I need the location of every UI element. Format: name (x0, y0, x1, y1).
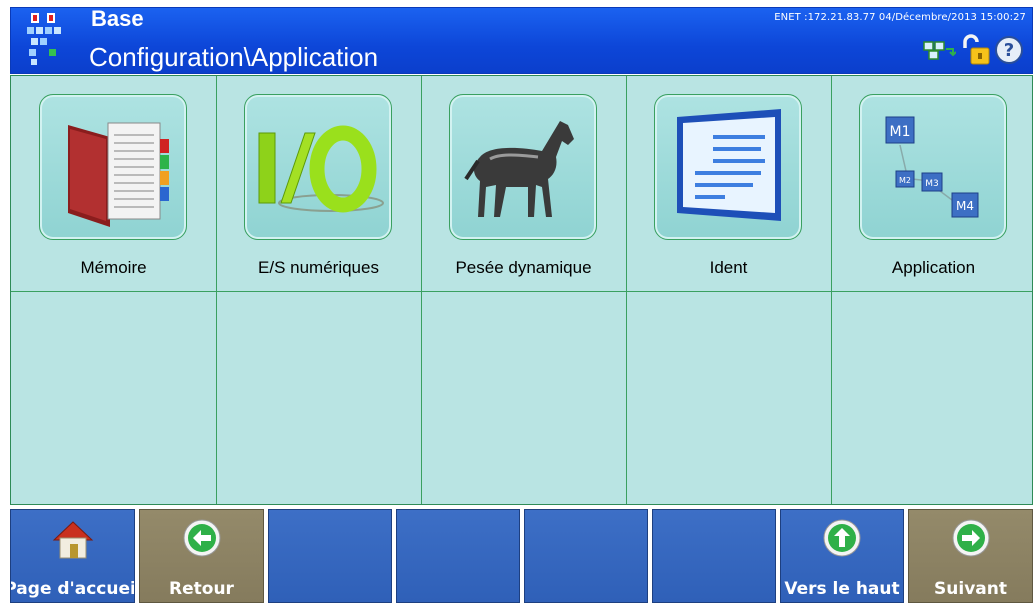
softkey-empty[interactable] (268, 509, 392, 603)
tile-memoire[interactable]: Mémoire (11, 76, 216, 291)
ident-screen-icon (654, 94, 802, 240)
home-icon (50, 518, 96, 567)
application-menu-grid: Mémoire E/S numériques Pesée dynamique I… (10, 75, 1033, 505)
memory-book-icon (39, 94, 187, 240)
terminal-logo-icon (25, 11, 85, 69)
back-button[interactable]: Retour (139, 509, 264, 603)
home-button[interactable]: Page d'accueil (10, 509, 135, 603)
tile-es-numeriques[interactable]: E/S numériques (216, 76, 421, 291)
application-m1-m4-icon: M1 M2 M3 M4 (859, 94, 1007, 240)
page-title: Base (91, 6, 144, 31)
status-line: ENET :172.21.83.77 04/Décembre/2013 15:0… (774, 12, 1026, 23)
tile-label: E/S numériques (258, 258, 379, 277)
network-icon (922, 37, 957, 68)
softkey-label: Vers le haut (784, 579, 900, 599)
softkey-label: Retour (169, 579, 234, 599)
back-arrow-icon (182, 518, 222, 563)
softkey-label: Suivant (934, 579, 1007, 599)
softkey-label: Page d'accueil (10, 579, 135, 599)
help-icon[interactable]: ? (994, 35, 1024, 70)
tile-pesee-dynamique[interactable]: Pesée dynamique (421, 76, 626, 291)
softkey-empty[interactable] (524, 509, 648, 603)
svg-text:M3: M3 (925, 179, 939, 189)
svg-text:M1: M1 (890, 124, 911, 140)
next-arrow-icon (951, 518, 991, 563)
tile-label: Ident (709, 258, 748, 277)
status-icons: ? (922, 34, 1024, 71)
softkey-empty[interactable] (396, 509, 520, 603)
breadcrumb: Configuration\Application (89, 42, 379, 72)
tile-label: Pesée dynamique (455, 258, 592, 277)
svg-text:?: ? (1004, 40, 1014, 61)
next-button[interactable]: Suivant (908, 509, 1033, 603)
horse-icon (449, 94, 597, 240)
tile-label: Mémoire (80, 258, 147, 277)
scroll-up-button[interactable]: Vers le haut (780, 509, 904, 603)
svg-text:M4: M4 (956, 199, 974, 213)
grid-divider (11, 291, 1032, 292)
io-icon (244, 94, 392, 240)
softkey-bar: Page d'accueil Retour Vers le haut Suiva… (10, 509, 1033, 603)
svg-text:M2: M2 (899, 176, 911, 185)
tile-label: Application (891, 258, 976, 277)
tile-application[interactable]: M1 M2 M3 M4 Application (831, 76, 1035, 291)
title-bar: Base Configuration\Application ENET :172… (10, 6, 1033, 74)
softkey-empty[interactable] (652, 509, 776, 603)
tile-ident[interactable]: Ident (626, 76, 831, 291)
up-arrow-icon (822, 518, 862, 563)
unlocked-padlock-icon[interactable] (959, 34, 991, 71)
